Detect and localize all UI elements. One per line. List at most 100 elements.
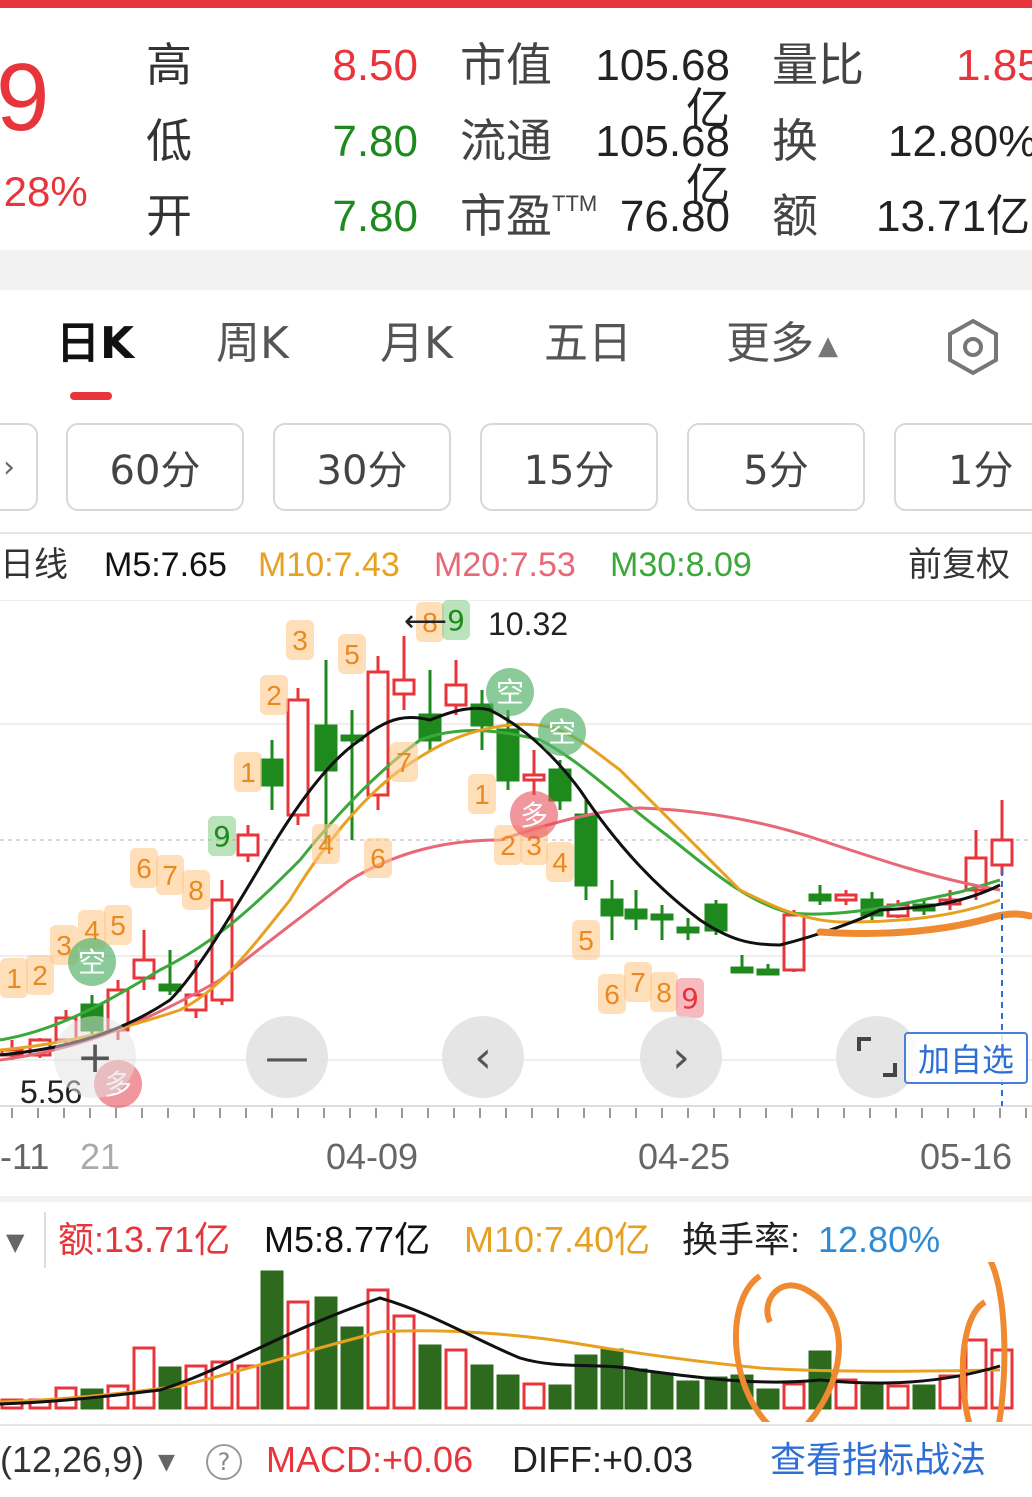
help-icon[interactable]: ? <box>206 1444 242 1480</box>
candle <box>808 885 832 905</box>
volume-bar <box>834 1378 858 1410</box>
volume-ratio-value: 1.85 <box>956 41 1032 90</box>
volume-bar <box>782 1382 806 1410</box>
open-label: 开 <box>146 189 192 243</box>
ma10-value: M10:7.43 <box>258 546 400 584</box>
td-count-label: 4 <box>552 847 568 878</box>
divider <box>0 1196 1032 1202</box>
x-axis-ticks <box>11 1108 1027 1118</box>
x-label-4: 04-25 <box>638 1136 731 1177</box>
chevron-left-icon: ‹ <box>474 1031 492 1083</box>
td-count-label: 6 <box>136 853 152 884</box>
tab-five-day[interactable]: 五日 <box>544 322 632 366</box>
volume-bar <box>676 1380 700 1410</box>
interval-15min-button[interactable]: 15分 <box>480 423 658 511</box>
high-arrow-icon: ⟵ <box>404 604 448 639</box>
volume-m10: M10:7.40亿 <box>464 1219 651 1260</box>
ma5-value: M5:7.65 <box>104 546 227 584</box>
td-count-label: 7 <box>162 860 178 891</box>
long-signal-label: 多 <box>520 799 548 832</box>
candle <box>522 750 546 795</box>
interval-1min-button[interactable]: 1分 <box>894 423 1032 511</box>
td-count-label: 1 <box>474 779 490 810</box>
active-tab-indicator <box>70 392 112 400</box>
candle <box>392 636 416 710</box>
short-signal-label: 空 <box>548 716 576 749</box>
volume-bar <box>132 1346 156 1410</box>
interval-60min-button[interactable]: 60分 <box>66 423 244 511</box>
zoom-out-button[interactable]: — <box>246 1016 328 1098</box>
settings-hexagon-icon[interactable] <box>944 318 1002 380</box>
td-count-label: 7 <box>396 747 412 778</box>
interval-5min-button[interactable]: 5分 <box>687 423 865 511</box>
volume-bar <box>574 1354 598 1410</box>
candle-body <box>624 908 648 920</box>
candle-body <box>496 728 520 782</box>
candle <box>236 825 260 862</box>
tab-weekly-k[interactable]: 周K <box>216 322 289 366</box>
divider <box>0 1424 1032 1426</box>
fullscreen-icon <box>857 1037 897 1077</box>
interval-30min-button[interactable]: 30分 <box>273 423 451 511</box>
short-signal-label: 空 <box>78 946 106 979</box>
x-label-1: -11 <box>0 1136 50 1177</box>
candle-body <box>650 913 674 921</box>
adjust-mode-button[interactable]: 前复权 <box>908 548 1010 582</box>
indicator-strategy-link[interactable]: 查看指标战法 <box>770 1442 986 1478</box>
turnover-value: 12.80% <box>888 117 1032 166</box>
interval-partial-button[interactable]: › <box>0 423 38 511</box>
candle-body <box>260 758 284 787</box>
dropdown-triangle-icon[interactable]: ▼ <box>6 1228 24 1256</box>
td-sell-label: 9 <box>447 604 465 637</box>
volume-bar <box>650 1372 674 1410</box>
td-count-label: 5 <box>344 639 360 670</box>
volume-bar <box>860 1384 884 1410</box>
add-to-watchlist-button[interactable]: 加自选 <box>904 1032 1028 1084</box>
tab-more[interactable]: 更多 ▲ <box>726 322 838 366</box>
tab-monthly-k[interactable]: 月K <box>380 322 453 366</box>
last-price: 9 <box>0 44 50 151</box>
td-count-label: 1 <box>240 757 256 788</box>
candle-body <box>574 813 598 887</box>
candlestick-chart[interactable]: 123456781235467812345678999空空空多多 <box>0 600 1032 1200</box>
turnover-rate-value: 12.80% <box>818 1219 941 1260</box>
candle-body <box>236 833 260 857</box>
volume-chart[interactable] <box>0 1262 1032 1422</box>
td-buy-label: 9 <box>681 982 699 1015</box>
crosshair-icon[interactable]: + <box>54 1016 136 1098</box>
candle <box>624 890 648 930</box>
td-count-label: 3 <box>292 625 308 656</box>
change-percent: .28% <box>0 168 88 215</box>
macd-dropdown-icon[interactable]: ▼ <box>158 1450 175 1475</box>
chevron-icon: › <box>3 449 15 485</box>
candle <box>650 905 674 940</box>
high-label: 高 <box>146 38 192 92</box>
td-count-label: 8 <box>656 977 672 1008</box>
candle <box>260 740 284 810</box>
volume-bar <box>444 1348 468 1410</box>
candle-body <box>392 678 416 696</box>
tab-daily-k[interactable]: 日K <box>56 322 134 366</box>
divider <box>0 532 1032 534</box>
td-count-label: 2 <box>500 830 516 861</box>
td-sell-label: 9 <box>213 820 231 853</box>
x-label-2: 21 <box>80 1136 121 1177</box>
volume-bar <box>912 1384 936 1410</box>
scroll-right-button[interactable]: › <box>640 1016 722 1098</box>
volume-m5: M5:8.77亿 <box>264 1219 431 1260</box>
market-cap-label: 市值 <box>460 38 552 92</box>
candle <box>444 660 468 715</box>
turnover-rate-label: 换手率: <box>682 1219 801 1260</box>
volume-bar <box>756 1388 780 1410</box>
short-signal-label: 空 <box>496 676 524 709</box>
volume-amount: 额:13.71亿 <box>58 1219 231 1260</box>
ma30-value: M30:8.09 <box>610 546 752 584</box>
scroll-left-button[interactable]: ‹ <box>442 1016 524 1098</box>
candle-body <box>676 926 700 934</box>
macd-diff: DIFF:+0.03 <box>512 1439 694 1480</box>
daily-line-label: 日线 <box>0 546 68 584</box>
chevron-right-icon: › <box>672 1031 690 1083</box>
candle-body <box>730 966 754 974</box>
candle <box>314 660 338 845</box>
volume-bar <box>548 1384 572 1410</box>
